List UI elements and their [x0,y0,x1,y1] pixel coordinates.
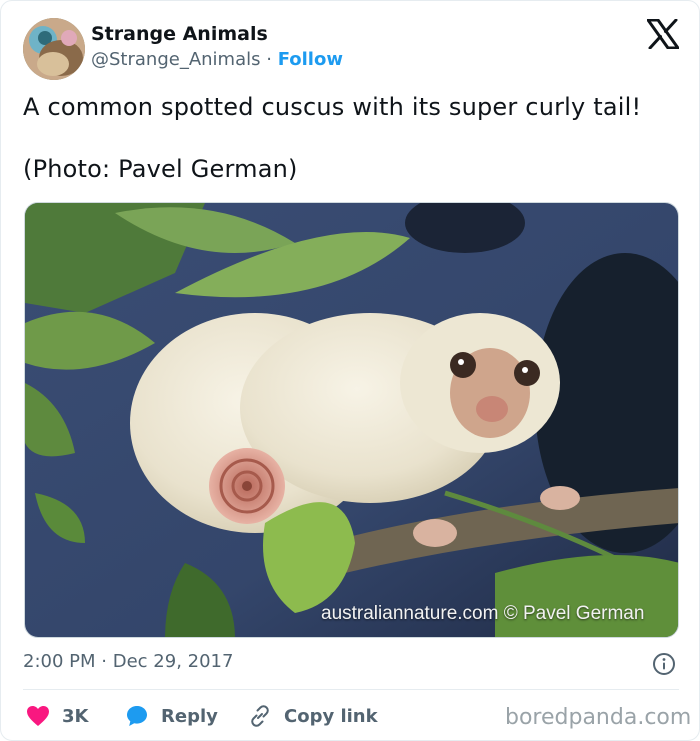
post-photo-credit: (Photo: Pavel German) [23,155,298,183]
source-credit: boredpanda.com [505,705,692,730]
divider [23,689,679,690]
reply-button[interactable]: Reply [125,703,218,729]
author-name[interactable]: Strange Animals [91,23,268,45]
post-image[interactable] [24,202,679,638]
separator: · [266,49,272,70]
follow-link[interactable]: Follow [278,49,343,70]
author-handle[interactable]: @Strange_Animals [91,49,261,70]
info-icon[interactable] [652,652,676,676]
like-count: 3K [62,705,89,727]
post-text: A common spotted cuscus with its super c… [23,93,642,121]
tweet-card: Strange Animals @Strange_Animals · Follo… [0,0,700,741]
avatar[interactable] [23,18,85,80]
like-button[interactable]: 3K [26,703,88,729]
heart-icon [27,706,49,726]
post-time: 2:00 PM [23,651,96,672]
post-timestamp[interactable]: 2:00 PM · Dec 29, 2017 [23,651,233,672]
copy-link-button[interactable]: Copy link [248,703,378,729]
copy-link-label: Copy link [284,705,378,727]
link-icon [251,705,269,727]
image-watermark: australiannature.com © Pavel German [321,603,645,624]
separator: · [101,651,107,672]
author-meta: @Strange_Animals · Follow [91,49,343,70]
post-date: Dec 29, 2017 [112,651,234,672]
x-logo-icon[interactable] [646,18,680,50]
reply-bubble-icon [127,706,147,726]
reply-label: Reply [161,705,218,727]
